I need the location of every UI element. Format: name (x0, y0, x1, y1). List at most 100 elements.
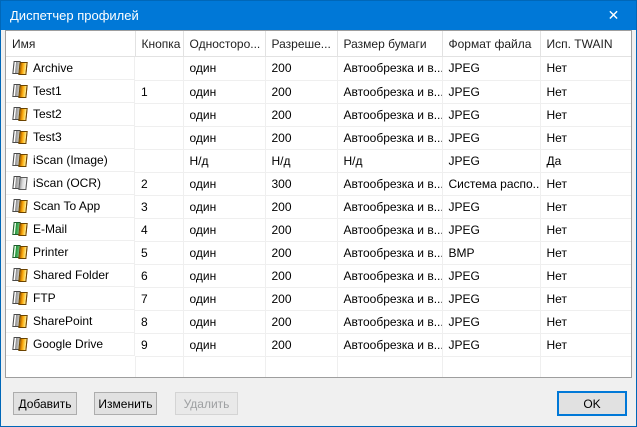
cell-name: Test1 (6, 80, 135, 103)
cell-twain: Нет (540, 126, 631, 149)
cell-name: Google Drive (6, 333, 135, 356)
cell-paper: Автообрезка и в... (337, 57, 442, 81)
empty-cell (442, 356, 540, 377)
cell-name: Test3 (6, 126, 135, 149)
table-row[interactable]: iScan (Image)Н/дН/дН/дJPEGДа (6, 149, 631, 172)
cell-simplex: один (183, 310, 265, 333)
cell-button: 4 (135, 218, 183, 241)
table-row[interactable]: iScan (OCR)2один300Автообрезка и в...Сис… (6, 172, 631, 195)
profiles-listview[interactable]: Имя Кнопка Односторо... Разреше... Разме… (5, 30, 632, 378)
table-row[interactable]: FTP7один200Автообрезка и в...JPEGНет (6, 287, 631, 310)
table-row[interactable]: SharePoint8один200Автообрезка и в...JPEG… (6, 310, 631, 333)
cell-resolution: 200 (265, 287, 337, 310)
cell-button: 7 (135, 287, 183, 310)
cell-resolution: 200 (265, 103, 337, 126)
cell-resolution: 200 (265, 264, 337, 287)
column-header-paper[interactable]: Размер бумаги (337, 31, 442, 57)
cell-paper: Автообрезка и в... (337, 264, 442, 287)
cell-twain: Нет (540, 103, 631, 126)
profile-books-icon (12, 129, 29, 145)
cell-paper: Н/д (337, 149, 442, 172)
profile-name: Shared Folder (33, 268, 109, 282)
profile-books-icon (12, 106, 29, 122)
table-row[interactable]: Test2один200Автообрезка и в...JPEGНет (6, 103, 631, 126)
column-header-format[interactable]: Формат файла (442, 31, 540, 57)
cell-paper: Автообрезка и в... (337, 310, 442, 333)
profile-books-icon (12, 336, 29, 352)
cell-paper: Автообрезка и в... (337, 172, 442, 195)
column-header-button[interactable]: Кнопка (135, 31, 183, 57)
profile-books-icon (12, 244, 29, 260)
cell-name: Archive (6, 57, 135, 80)
cell-resolution: 200 (265, 218, 337, 241)
table-row[interactable]: Test11один200Автообрезка и в...JPEGНет (6, 80, 631, 103)
cell-simplex: один (183, 195, 265, 218)
table-row[interactable]: E-Mail4один200Автообрезка и в...JPEGНет (6, 218, 631, 241)
cell-paper: Автообрезка и в... (337, 103, 442, 126)
table-row[interactable]: Scan To App3один200Автообрезка и в...JPE… (6, 195, 631, 218)
profile-name: E-Mail (33, 222, 67, 236)
column-header-resolution[interactable]: Разреше... (265, 31, 337, 57)
ok-button[interactable]: OK (557, 391, 627, 416)
cell-twain: Нет (540, 333, 631, 356)
cell-paper: Автообрезка и в... (337, 126, 442, 149)
cell-twain: Нет (540, 57, 631, 81)
cell-simplex: один (183, 172, 265, 195)
profiles-table: Имя Кнопка Односторо... Разреше... Разме… (6, 31, 631, 377)
table-row[interactable]: Archiveодин200Автообрезка и в...JPEGНет (6, 57, 631, 81)
profile-name: Scan To App (33, 199, 100, 213)
profile-name: Test1 (33, 84, 62, 98)
cell-format: JPEG (442, 149, 540, 172)
table-row[interactable]: Shared Folder6один200Автообрезка и в...J… (6, 264, 631, 287)
profile-name: iScan (OCR) (33, 176, 101, 190)
cell-format: BMP (442, 241, 540, 264)
table-row[interactable]: Test3один200Автообрезка и в...JPEGНет (6, 126, 631, 149)
add-button[interactable]: Добавить (13, 392, 77, 415)
column-header-simplex[interactable]: Односторо... (183, 31, 265, 57)
cell-button (135, 126, 183, 149)
empty-cell (183, 356, 265, 377)
titlebar[interactable]: Диспетчер профилей ✕ (1, 1, 636, 30)
profile-books-icon (12, 267, 29, 283)
empty-cell (135, 356, 183, 377)
column-header-name[interactable]: Имя (6, 31, 135, 57)
table-row[interactable]: Google Drive9один200Автообрезка и в...JP… (6, 333, 631, 356)
profile-name: Printer (33, 245, 68, 259)
table-row[interactable]: Printer5один200Автообрезка и в...BMPНет (6, 241, 631, 264)
cell-twain: Да (540, 149, 631, 172)
profile-name: Test2 (33, 107, 62, 121)
profile-name: Test3 (33, 130, 62, 144)
profile-books-icon (12, 198, 29, 214)
cell-name: iScan (Image) (6, 149, 135, 172)
edit-button[interactable]: Изменить (94, 392, 157, 415)
cell-twain: Нет (540, 80, 631, 103)
table-header-row: Имя Кнопка Односторо... Разреше... Разме… (6, 31, 631, 57)
cell-name: FTP (6, 287, 135, 310)
cell-name: Test2 (6, 103, 135, 126)
cell-simplex: один (183, 264, 265, 287)
close-icon[interactable]: ✕ (591, 1, 636, 30)
cell-button: 2 (135, 172, 183, 195)
cell-button: 5 (135, 241, 183, 264)
cell-paper: Автообрезка и в... (337, 287, 442, 310)
column-header-twain[interactable]: Исп. TWAIN (540, 31, 631, 57)
profile-books-icon (12, 221, 29, 237)
profile-books-icon (12, 60, 29, 76)
cell-resolution: 200 (265, 195, 337, 218)
empty-cell (265, 356, 337, 377)
cell-resolution: 200 (265, 310, 337, 333)
cell-simplex: один (183, 241, 265, 264)
cell-simplex: Н/д (183, 149, 265, 172)
cell-format: JPEG (442, 195, 540, 218)
cell-name: iScan (OCR) (6, 172, 135, 195)
cell-paper: Автообрезка и в... (337, 218, 442, 241)
profile-table-body: Archiveодин200Автообрезка и в...JPEGНетT… (6, 57, 631, 377)
empty-cell (540, 356, 631, 377)
cell-button: 1 (135, 80, 183, 103)
cell-twain: Нет (540, 287, 631, 310)
cell-button (135, 57, 183, 81)
cell-format: JPEG (442, 218, 540, 241)
profile-name: iScan (Image) (33, 153, 108, 167)
cell-format: JPEG (442, 126, 540, 149)
cell-button: 6 (135, 264, 183, 287)
